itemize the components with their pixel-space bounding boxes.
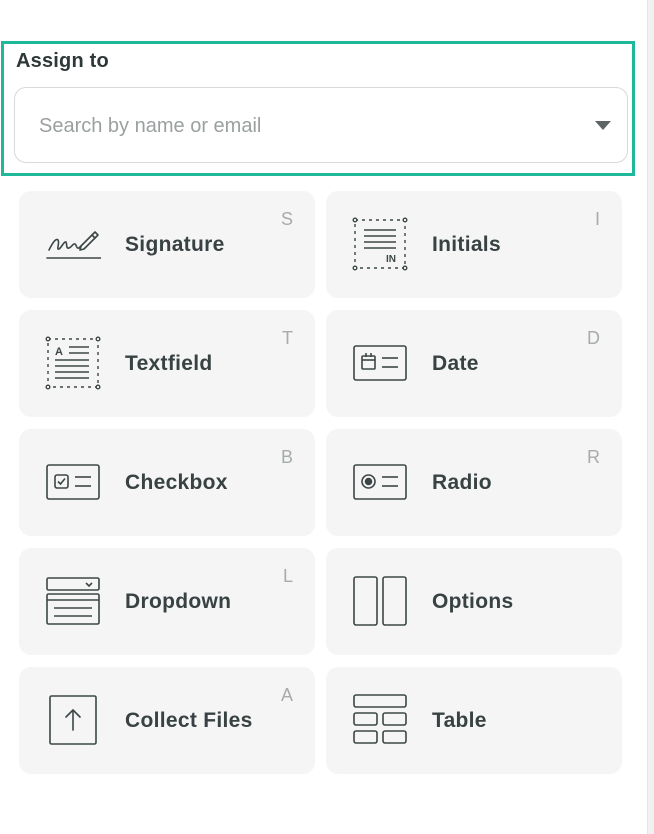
signature-icon: [45, 217, 101, 271]
checkbox-icon: [45, 455, 101, 509]
field-tile-table[interactable]: Table: [326, 667, 622, 774]
field-tile-initials[interactable]: IN Initials I: [326, 191, 622, 298]
date-icon: [352, 336, 408, 390]
assign-to-section: Assign to: [1, 41, 635, 176]
dropdown-icon: [45, 574, 101, 628]
field-tile-options[interactable]: Options: [326, 548, 622, 655]
field-label: Initials: [432, 233, 501, 256]
field-tile-radio[interactable]: Radio R: [326, 429, 622, 536]
field-tile-dropdown[interactable]: Dropdown L: [19, 548, 315, 655]
field-tile-collect-files[interactable]: Collect Files A: [19, 667, 315, 774]
shortcut-key: I: [594, 209, 600, 229]
shortcut-key: S: [280, 209, 293, 229]
radio-icon: [352, 455, 408, 509]
panel-scroll-edge: [647, 0, 654, 834]
shortcut-key: R: [587, 447, 600, 467]
assign-to-label: Assign to: [16, 50, 109, 72]
field-tile-textfield[interactable]: A Textfield T: [19, 310, 315, 417]
assignee-search-input[interactable]: [37, 88, 581, 164]
shortcut-key: D: [587, 328, 600, 348]
field-label: Table: [432, 709, 487, 732]
textfield-icon: A: [45, 336, 101, 390]
field-label: Options: [432, 590, 514, 613]
upload-icon: [45, 693, 101, 747]
field-label: Collect Files: [125, 709, 253, 732]
assignee-select[interactable]: [14, 87, 628, 164]
field-tile-checkbox[interactable]: Checkbox B: [19, 429, 315, 536]
field-label: Dropdown: [125, 590, 232, 613]
svg-text:IN: IN: [386, 254, 396, 265]
field-label: Radio: [432, 471, 492, 494]
field-tile-date[interactable]: Date D: [326, 310, 622, 417]
field-label: Checkbox: [125, 471, 228, 494]
shortcut-key: A: [280, 685, 293, 705]
options-icon: [352, 574, 408, 628]
shortcut-key: L: [282, 566, 293, 586]
shortcut-key: B: [280, 447, 293, 467]
table-icon: [352, 693, 408, 747]
field-tile-signature[interactable]: Signature S: [19, 191, 315, 298]
field-label: Date: [432, 352, 479, 375]
field-label: Signature: [125, 233, 225, 256]
shortcut-key: T: [282, 328, 293, 348]
field-label: Textfield: [125, 352, 213, 375]
chevron-down-icon[interactable]: [595, 121, 611, 130]
field-palette: Signature S IN Initials I A Textfield T …: [19, 191, 622, 774]
initials-icon: IN: [352, 217, 408, 271]
svg-text:A: A: [55, 346, 63, 358]
